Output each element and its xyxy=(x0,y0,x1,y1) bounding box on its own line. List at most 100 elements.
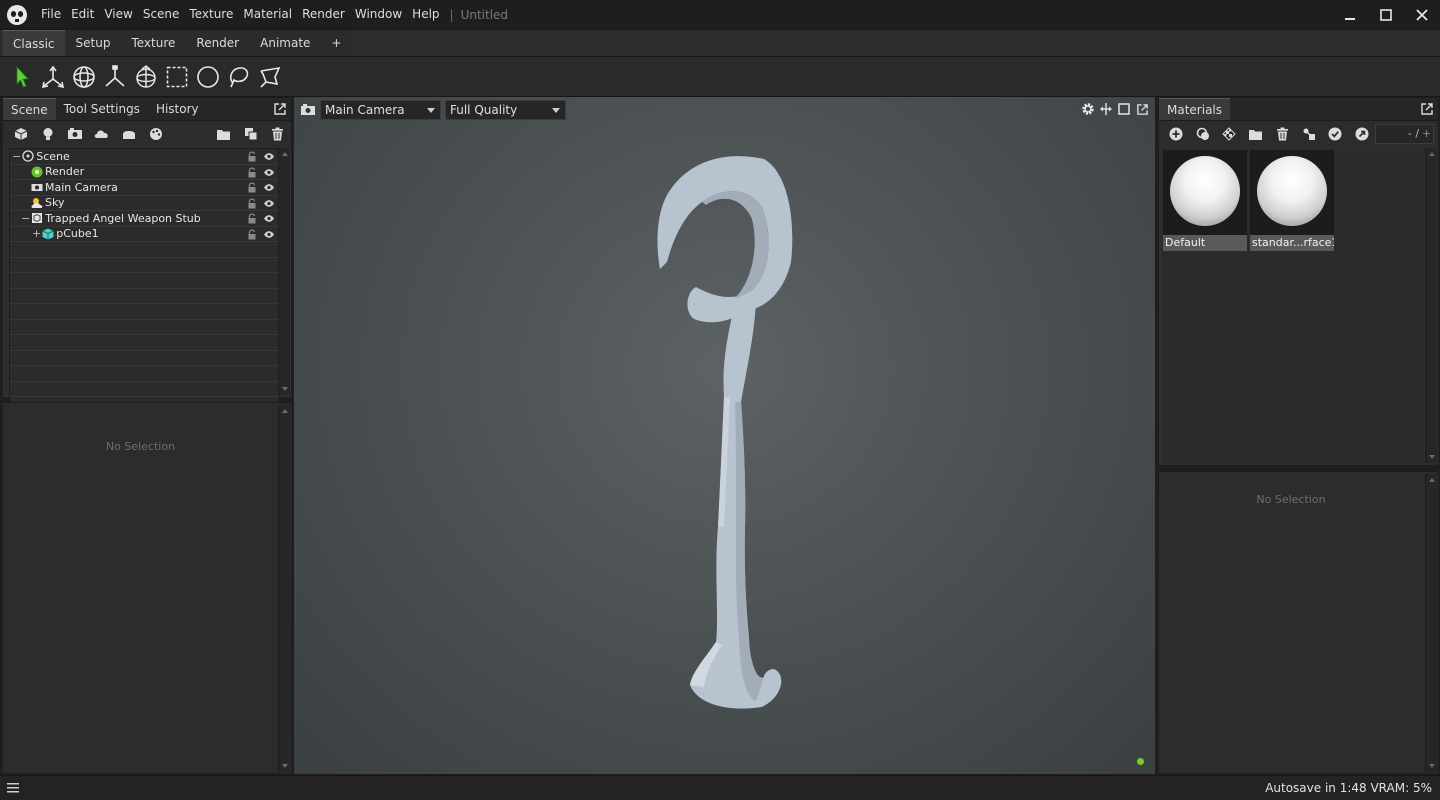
tree-row-model[interactable]: − Trapped Angel Weapon Stub xyxy=(10,211,279,227)
poly-lasso-tool[interactable] xyxy=(254,61,285,93)
menu-scene[interactable]: Scene xyxy=(138,0,185,29)
menu-render[interactable]: Render xyxy=(297,0,350,29)
tree-row-sky[interactable]: Sky xyxy=(10,196,279,211)
properties-scrollbar[interactable] xyxy=(278,405,290,772)
tree-label: Render xyxy=(45,165,85,179)
assign-material-button[interactable] xyxy=(1295,123,1321,145)
material-label: standar...rface1 xyxy=(1250,235,1334,251)
scroll-down-icon[interactable] xyxy=(281,762,289,770)
circle-select-tool[interactable] xyxy=(192,61,223,93)
rotate-icon xyxy=(72,65,95,88)
delete-button[interactable] xyxy=(264,123,291,145)
scroll-up-icon[interactable] xyxy=(281,150,289,158)
lock-icon[interactable] xyxy=(247,229,257,240)
lock-icon[interactable] xyxy=(247,198,257,209)
lasso-tool[interactable] xyxy=(223,61,254,93)
material-folder-button[interactable] xyxy=(1242,123,1268,145)
scale-tool[interactable] xyxy=(99,61,130,93)
3d-model-mesh[interactable] xyxy=(294,97,1155,774)
tab-tool-settings[interactable]: Tool Settings xyxy=(56,98,148,120)
popout-icon[interactable] xyxy=(273,102,287,116)
maximize-button[interactable] xyxy=(1368,0,1404,29)
close-button[interactable] xyxy=(1404,0,1440,29)
scroll-down-icon[interactable] xyxy=(1428,453,1436,461)
minimize-icon xyxy=(1345,17,1355,20)
menu-view[interactable]: View xyxy=(99,0,137,29)
log-icon[interactable] xyxy=(6,782,20,794)
rect-select-tool[interactable] xyxy=(161,61,192,93)
select-tool[interactable] xyxy=(6,61,37,93)
add-cube-button[interactable] xyxy=(7,123,34,145)
rotate-tool[interactable] xyxy=(68,61,99,93)
scroll-down-icon[interactable] xyxy=(1428,762,1436,770)
lock-icon[interactable] xyxy=(247,151,257,162)
menu-edit[interactable]: Edit xyxy=(66,0,99,29)
tree-row-main-camera[interactable]: Main Camera xyxy=(10,180,279,196)
eye-icon[interactable] xyxy=(263,168,275,177)
duplicate-button[interactable] xyxy=(237,123,264,145)
scroll-up-icon[interactable] xyxy=(281,407,289,415)
title-separator: | xyxy=(449,7,454,22)
eye-icon[interactable] xyxy=(263,152,275,161)
export-material-button[interactable] xyxy=(1348,123,1374,145)
add-light-button[interactable] xyxy=(34,123,61,145)
properties-scrollbar[interactable] xyxy=(1425,474,1437,772)
apply-material-button[interactable] xyxy=(1322,123,1348,145)
add-object-button[interactable] xyxy=(115,123,142,145)
scroll-up-icon[interactable] xyxy=(1428,150,1436,158)
lock-icon[interactable] xyxy=(247,182,257,193)
delete-material-button[interactable] xyxy=(1269,123,1295,145)
add-material-button[interactable] xyxy=(1163,123,1189,145)
eye-icon[interactable] xyxy=(263,199,275,208)
checker-button[interactable] xyxy=(1216,123,1242,145)
minimize-button[interactable] xyxy=(1332,0,1368,29)
tab-setup[interactable]: Setup xyxy=(65,30,121,56)
workspace-tabs: Classic Setup Texture Render Animate + xyxy=(0,29,1440,57)
lock-icon[interactable] xyxy=(247,167,257,178)
no-selection-label: No Selection xyxy=(105,440,176,453)
eye-icon[interactable] xyxy=(263,183,275,192)
menu-window[interactable]: Window xyxy=(350,0,407,29)
3d-viewport[interactable]: Main Camera Full Quality xyxy=(294,97,1155,774)
materials-scrollbar[interactable] xyxy=(1425,148,1437,463)
tab-animate[interactable]: Animate xyxy=(250,30,321,56)
duplicate-material-button[interactable] xyxy=(1189,123,1215,145)
menu-texture[interactable]: Texture xyxy=(184,0,238,29)
scene-scrollbar[interactable] xyxy=(278,148,290,395)
page-field[interactable]: - / + xyxy=(1374,124,1435,144)
tree-row-scene[interactable]: − Scene xyxy=(10,149,279,165)
popout-icon[interactable] xyxy=(1420,102,1434,116)
add-sky-button[interactable] xyxy=(88,123,115,145)
tab-history[interactable]: History xyxy=(148,98,207,120)
tree-row-render[interactable]: Render xyxy=(10,165,279,180)
menu-material[interactable]: Material xyxy=(238,0,297,29)
tree-row-empty xyxy=(10,320,279,335)
add-material-button[interactable] xyxy=(142,123,169,145)
page-step-plus[interactable]: + xyxy=(1422,125,1431,143)
transform-gizmo-icon xyxy=(135,64,156,88)
tab-render[interactable]: Render xyxy=(186,30,250,56)
add-camera-button[interactable] xyxy=(61,123,88,145)
add-workspace-tab[interactable]: + xyxy=(321,30,352,56)
material-sphere xyxy=(1257,156,1327,226)
tab-scene[interactable]: Scene xyxy=(3,98,56,120)
scroll-down-icon[interactable] xyxy=(281,385,289,393)
transform-tool[interactable] xyxy=(130,61,161,93)
material-thumb-standard[interactable]: standar...rface1 xyxy=(1250,150,1334,251)
menu-file[interactable]: File xyxy=(36,0,66,29)
scroll-up-icon[interactable] xyxy=(1428,476,1436,484)
tab-classic[interactable]: Classic xyxy=(3,30,65,56)
eye-icon[interactable] xyxy=(263,214,275,223)
cube-icon xyxy=(14,128,27,140)
tree-row-pcube1[interactable]: + pCube1 xyxy=(10,227,279,242)
new-folder-button[interactable] xyxy=(210,123,237,145)
lock-icon[interactable] xyxy=(247,213,257,224)
tab-texture[interactable]: Texture xyxy=(121,30,186,56)
material-thumb-default[interactable]: Default xyxy=(1163,150,1247,251)
tree-row-empty xyxy=(10,382,279,397)
translate-tool[interactable] xyxy=(37,61,68,93)
tab-materials[interactable]: Materials xyxy=(1159,98,1231,120)
menu-help[interactable]: Help xyxy=(407,0,444,29)
eye-icon[interactable] xyxy=(263,230,275,239)
status-bar: Autosave in 1:48 VRAM: 5% xyxy=(0,775,1440,800)
